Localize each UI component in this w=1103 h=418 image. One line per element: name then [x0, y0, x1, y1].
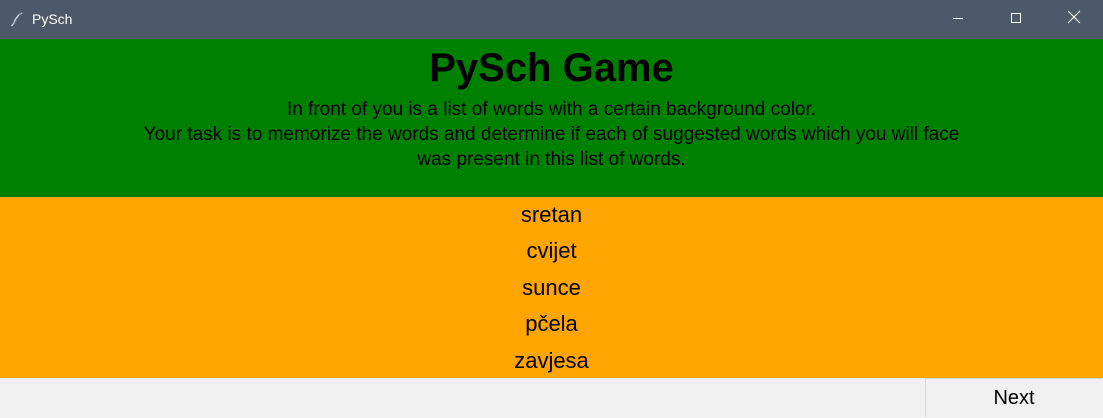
minimize-icon — [952, 11, 964, 29]
instruction-line: was present in this list of words. — [417, 149, 686, 170]
word-item: pčela — [525, 311, 578, 336]
window-title: PySch — [32, 11, 73, 27]
title-bar[interactable]: PySch — [0, 0, 1103, 39]
app-window: PySch PySch Game In front of you is a li… — [0, 0, 1103, 418]
minimize-button[interactable] — [929, 0, 987, 39]
close-icon — [1067, 10, 1081, 29]
instruction-line: In front of you is a list of words with … — [286, 99, 817, 120]
game-header: PySch Game In front of you is a list of … — [0, 39, 1103, 197]
word-item: sunce — [522, 275, 581, 300]
close-button[interactable] — [1045, 0, 1103, 39]
next-button[interactable]: Next — [925, 378, 1102, 417]
page-title: PySch Game — [429, 46, 674, 90]
word-list: sretan cvijet sunce pčela zavjesa — [0, 197, 1103, 378]
word-item: sretan — [520, 202, 583, 227]
word-item: zavjesa — [514, 348, 589, 373]
feather-icon — [9, 11, 25, 27]
maximize-icon — [1010, 11, 1022, 29]
maximize-button[interactable] — [987, 0, 1045, 39]
instructions-text: In front of you is a list of words with … — [0, 97, 1103, 172]
instruction-line: Your task is to memorize the words and d… — [143, 124, 960, 145]
footer-bar: Next — [0, 378, 1103, 418]
word-item: cvijet — [526, 238, 577, 263]
